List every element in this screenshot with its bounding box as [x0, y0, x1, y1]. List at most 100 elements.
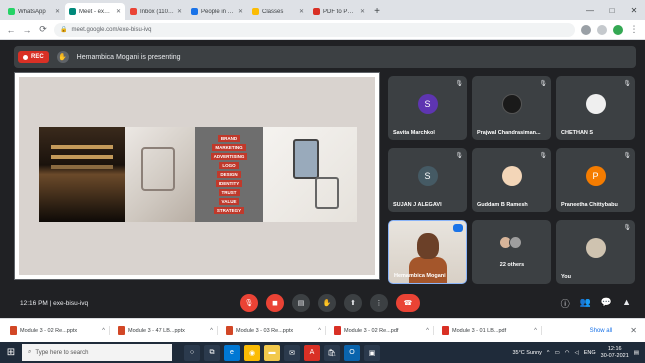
profile-avatar[interactable] [613, 24, 623, 35]
forward-button[interactable]: → [22, 25, 32, 35]
mic-off-icon: 🎙 [623, 81, 631, 87]
chrome-icon[interactable]: ◉ [244, 344, 260, 361]
camera-toggle-button[interactable]: ◼ [266, 294, 284, 312]
task-view-icon[interactable]: ⧉ [204, 344, 220, 361]
chevron-up-icon[interactable]: ^ [102, 328, 105, 334]
meeting-control-bar: 12:16 PM | exe-bisu-ivq 🎙 ◼ ▤ ✋ ⬆ ⋮ ☎ ⓘ … [0, 288, 645, 318]
info-icon[interactable]: ⓘ [561, 297, 570, 310]
browser-tab[interactable]: Classes ✕ [248, 3, 308, 20]
raise-hand-button[interactable]: ✋ [318, 294, 336, 312]
minimize-button[interactable]: — [579, 6, 601, 15]
download-item[interactable]: Module 3 - 47 LB...pptx ^ [114, 326, 218, 335]
bookmark-star-icon[interactable] [597, 24, 607, 35]
address-bar: ← → ⟳ 🔒 meet.google.com/exe-bisu-ivq ⋮ [0, 20, 645, 40]
volume-icon[interactable]: ◁ [575, 350, 579, 356]
browser-tab-active[interactable]: Meet - exe-bisu-ivq✕ [65, 3, 125, 20]
captions-button[interactable]: ▤ [292, 294, 310, 312]
pptx-file-icon [226, 326, 233, 335]
browser-tab[interactable]: Inbox (1101) - exam...✕ [126, 3, 186, 20]
tab-close-icon[interactable]: ✕ [238, 8, 243, 15]
download-item[interactable]: Module 3 - 02 Re...pdf ^ [330, 326, 434, 335]
participant-tile[interactable]: 🎙 Prajwal Chandrasiman... [472, 76, 551, 140]
chevron-up-icon[interactable]: ^ [534, 328, 537, 334]
participant-tile[interactable]: 🎙 S SUJAN J ALEGAVI [388, 148, 467, 212]
maximize-button[interactable]: □ [601, 6, 623, 15]
others-avatars [498, 236, 522, 249]
tab-close-icon[interactable]: ✕ [360, 8, 365, 15]
tab-title: PDF to PPT Converter... [323, 8, 357, 15]
taskbar-clock[interactable]: 12:16 30-07-2021 [601, 346, 629, 360]
chevron-up-icon[interactable]: ^ [426, 328, 429, 334]
tab-title: Inbox (1101) - exam... [140, 8, 174, 15]
photos-icon[interactable]: ▣ [364, 344, 380, 361]
download-item[interactable]: Module 3 - 01 LB...pdf ^ [438, 326, 542, 335]
back-button[interactable]: ← [6, 25, 16, 35]
windows-taskbar: ⊞ ⌕ Type here to search ○ ⧉ e ◉ ▬ ✉ A 🛍 … [0, 342, 645, 363]
edge-icon[interactable]: e [224, 344, 240, 361]
chevron-up-icon[interactable]: ^ [547, 350, 550, 356]
url-field[interactable]: 🔒 meet.google.com/exe-bisu-ivq [54, 22, 575, 37]
store-icon[interactable]: 🛍 [324, 344, 340, 361]
tab-close-icon[interactable]: ✕ [116, 8, 121, 15]
more-options-button[interactable]: ⋮ [370, 294, 388, 312]
participant-tile-self[interactable]: 🎙 You [556, 220, 635, 284]
participant-tile[interactable]: 🎙 CHETHAN S [556, 76, 635, 140]
browser-menu-icon[interactable]: ⋮ [629, 24, 639, 35]
speaking-indicator-icon [453, 224, 463, 232]
branding-word: ADVERTISING [210, 153, 248, 160]
weather-text[interactable]: 35°C Sunny [512, 350, 541, 356]
participant-tile[interactable]: 🎙 Guddam B Ramesh [472, 148, 551, 212]
extension-icon[interactable] [581, 24, 591, 35]
participant-tile-camera[interactable]: Hemambica Mogani [388, 220, 467, 284]
activities-icon[interactable]: ▲ [622, 297, 631, 310]
clock-date: 30-07-2021 [600, 352, 629, 359]
browser-tab-strip: WhatsApp✕ Meet - exe-bisu-ivq✕ Inbox (11… [0, 0, 645, 20]
outlook-icon[interactable]: O [344, 344, 360, 361]
people-icon[interactable]: 👥 [580, 297, 591, 310]
cortana-icon[interactable]: ○ [184, 344, 200, 361]
present-button[interactable]: ⬆ [344, 294, 362, 312]
close-downloads-icon[interactable]: ✕ [622, 326, 645, 335]
shared-screen[interactable]: BRAND MARKETING ADVERTISING LOGO DESIGN … [14, 72, 380, 306]
tab-close-icon[interactable]: ✕ [55, 8, 60, 15]
participant-tile-others[interactable]: 22 others [472, 220, 551, 284]
branding-word: TRUST [218, 189, 240, 196]
tab-favicon-icon [313, 8, 320, 15]
leave-call-button[interactable]: ☎ [396, 294, 420, 312]
browser-tab[interactable]: People in TUS311 2021...✕ [187, 3, 247, 20]
tab-close-icon[interactable]: ✕ [299, 8, 304, 15]
download-filename: Module 3 - 02 Re...pdf [344, 327, 399, 334]
participant-avatar: P [585, 166, 606, 186]
new-tab-button[interactable]: + [370, 3, 384, 20]
presentation-banner: REC ✋ Hemambica Mogani is presenting [14, 46, 636, 68]
acrobat-icon[interactable]: A [304, 344, 320, 361]
file-explorer-icon[interactable]: ▬ [264, 344, 280, 361]
tab-favicon-icon [252, 8, 259, 15]
participant-tile[interactable]: 🎙 P Praneetha Chittybabu [556, 148, 635, 212]
chevron-up-icon[interactable]: ^ [318, 328, 321, 334]
mic-off-icon: 🎙 [455, 153, 463, 159]
browser-tab[interactable]: PDF to PPT Converter...✕ [309, 3, 369, 20]
mail-icon[interactable]: ✉ [284, 344, 300, 361]
wifi-icon[interactable]: ◠ [565, 350, 570, 356]
system-tray: 35°C Sunny ^ ▭ ◠ ◁ ENG 12:16 30-07-2021 … [512, 346, 639, 360]
show-all-downloads-link[interactable]: Show all [584, 328, 619, 334]
download-item[interactable]: Module 3 - 03 Re...pptx ^ [222, 326, 326, 335]
windows-start-icon[interactable]: ⊞ [0, 342, 22, 363]
reload-button[interactable]: ⟳ [38, 24, 48, 35]
taskbar-search[interactable]: ⌕ Type here to search [22, 344, 172, 361]
participant-name: Guddam B Ramesh [477, 202, 528, 208]
notifications-icon[interactable]: ▤ [634, 350, 639, 356]
tab-close-icon[interactable]: ✕ [177, 8, 182, 15]
battery-icon[interactable]: ▭ [554, 350, 559, 356]
mic-toggle-button[interactable]: 🎙 [240, 294, 258, 312]
download-item[interactable]: Module 3 - 02 Re...pptx ^ [6, 326, 110, 335]
chevron-up-icon[interactable]: ^ [210, 328, 213, 334]
chat-icon[interactable]: 💬 [601, 297, 612, 310]
participant-photo [501, 166, 522, 186]
browser-tab[interactable]: WhatsApp ✕ [4, 3, 64, 20]
language-indicator[interactable]: ENG [584, 350, 596, 356]
close-window-button[interactable]: ✕ [623, 6, 645, 15]
tab-favicon-icon [8, 8, 15, 15]
participant-tile[interactable]: 🎙 S Savita Marchkol [388, 76, 467, 140]
